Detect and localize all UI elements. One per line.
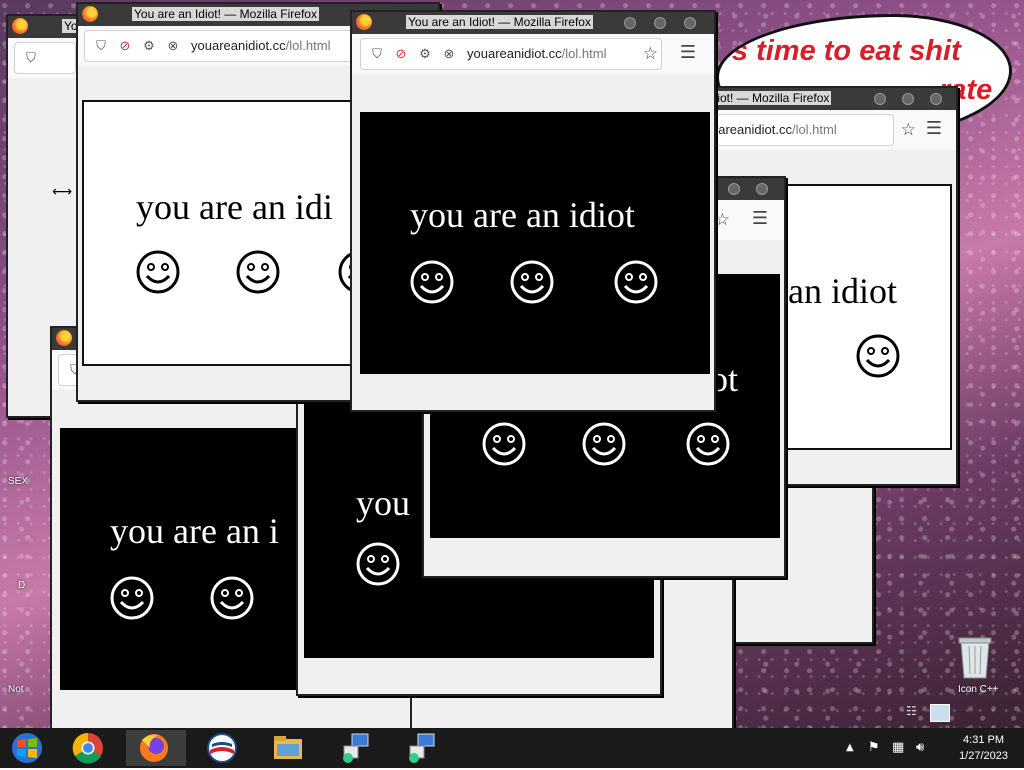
show-hidden-icons-icon[interactable]: ▲ (846, 742, 854, 753)
autoplay-blocked-icon[interactable]: ⊗ (441, 39, 457, 69)
shield-icon[interactable]: ⛉ (93, 31, 109, 61)
firefox-icon (12, 18, 28, 34)
window-title: idiot! — Mozilla Firefox (706, 91, 832, 105)
large-icons-view-icon[interactable] (930, 704, 950, 722)
url-path: /lol.html (561, 46, 607, 61)
volume-icon[interactable]: 🔊︎ (916, 740, 924, 755)
hamburger-menu-icon[interactable]: ☰ (680, 42, 696, 63)
smiley-icon (482, 422, 526, 466)
page-content: an idiot (786, 184, 952, 450)
speech-line-1: 's time to eat shit (725, 35, 961, 67)
url-host: youareanidiot.cc (191, 38, 286, 53)
network-icon[interactable]: ▦ (892, 740, 904, 755)
network-setup-taskbar-icon[interactable] (324, 730, 384, 766)
desktop-icon-label-d[interactable]: D (18, 580, 25, 591)
file-explorer-taskbar-icon[interactable] (258, 730, 318, 766)
bookmark-star-icon[interactable]: ☆ (643, 44, 658, 64)
autoplay-blocked-icon[interactable]: ⊗ (165, 31, 181, 61)
idiot-text: you are an idi (136, 187, 333, 227)
smiley-icon (136, 250, 180, 294)
smiley-icon (110, 576, 154, 620)
clock[interactable]: 4:31 PM 1/27/2023 (959, 732, 1008, 764)
lock-off-icon[interactable]: ⊘ (117, 31, 133, 61)
chrome-taskbar-icon[interactable] (60, 730, 120, 766)
recycle-bin-icon[interactable] (955, 632, 995, 682)
bookmark-star-icon[interactable]: ☆ (901, 120, 916, 140)
minimize-button[interactable] (624, 17, 636, 29)
window-title: You are an Idiot! — Mozilla Firefox (406, 15, 593, 29)
firefox-icon (82, 6, 98, 22)
url-host: youareanidiot.cc (467, 46, 562, 61)
maximize-button[interactable] (728, 183, 740, 195)
permissions-icon[interactable]: ⚙ (417, 39, 433, 69)
close-button[interactable] (684, 17, 696, 29)
idiot-text: an idiot (788, 271, 897, 311)
hamburger-menu-icon[interactable]: ☰ (752, 208, 768, 229)
permissions-icon[interactable]: ⚙ (141, 31, 157, 61)
hamburger-menu-icon[interactable]: ☰ (926, 118, 942, 139)
lock-off-icon[interactable]: ⊘ (393, 39, 409, 69)
firefox-window-9[interactable]: You are an Idiot! — Mozilla Firefox ⛉ ⊘ ⚙ ⊗… (350, 10, 716, 412)
firefox-icon (56, 330, 72, 346)
maximize-button[interactable] (902, 93, 914, 105)
clock-time: 4:31 PM (963, 734, 1005, 746)
url-host: uareanidiot.cc (711, 122, 792, 137)
smiley-icon (856, 334, 900, 378)
desktop-icon-label-sex[interactable]: SEX (8, 476, 28, 487)
details-view-icon[interactable]: ☷ (906, 704, 924, 720)
idiot-text: you are an i (110, 511, 279, 551)
network-setup-taskbar-icon-2[interactable] (390, 730, 450, 766)
smiley-icon (510, 260, 554, 304)
smiley-icon (582, 422, 626, 466)
shield-icon[interactable]: ⛉ (23, 43, 39, 73)
shield-icon[interactable]: ⛉ (369, 39, 385, 69)
close-button[interactable] (756, 183, 768, 195)
firefox-icon (356, 14, 372, 30)
close-button[interactable] (930, 93, 942, 105)
start-button[interactable] (0, 730, 60, 766)
window-title: You are an Idiot! — Mozilla Firefox (132, 7, 319, 21)
clock-date: 1/27/2023 (959, 750, 1008, 762)
idiot-text: you are an idiot (410, 195, 635, 235)
smiley-icon (210, 576, 254, 620)
url-path: /lol.html (791, 122, 837, 137)
action-center-flag-icon[interactable]: ⚑ (868, 740, 880, 755)
minimize-button[interactable] (874, 93, 886, 105)
desktop: 's time to eat shit rate SEX D Not Icon … (0, 0, 1024, 728)
obama-logo-taskbar-icon[interactable] (192, 730, 252, 766)
smiley-icon (614, 260, 658, 304)
smiley-icon (410, 260, 454, 304)
desktop-icon-label-icon[interactable]: Icon C++ (958, 684, 999, 695)
firefox-taskbar-icon[interactable] (126, 730, 186, 766)
resize-cursor-icon: ⟷ (52, 184, 73, 200)
smiley-icon (236, 250, 280, 294)
smiley-icon (356, 542, 400, 586)
page-content: you are an idiot (360, 112, 710, 374)
smiley-icon (686, 422, 730, 466)
url-path: /lol.html (285, 38, 331, 53)
desktop-icon-label-not[interactable]: Not (8, 684, 24, 695)
maximize-button[interactable] (654, 17, 666, 29)
idiot-text: you (356, 483, 410, 523)
bookmark-star-icon[interactable]: ☆ (715, 210, 730, 230)
taskbar: ▲ ⚑ ▦ 🔊︎ 4:31 PM 1/27/2023 (0, 728, 1024, 768)
